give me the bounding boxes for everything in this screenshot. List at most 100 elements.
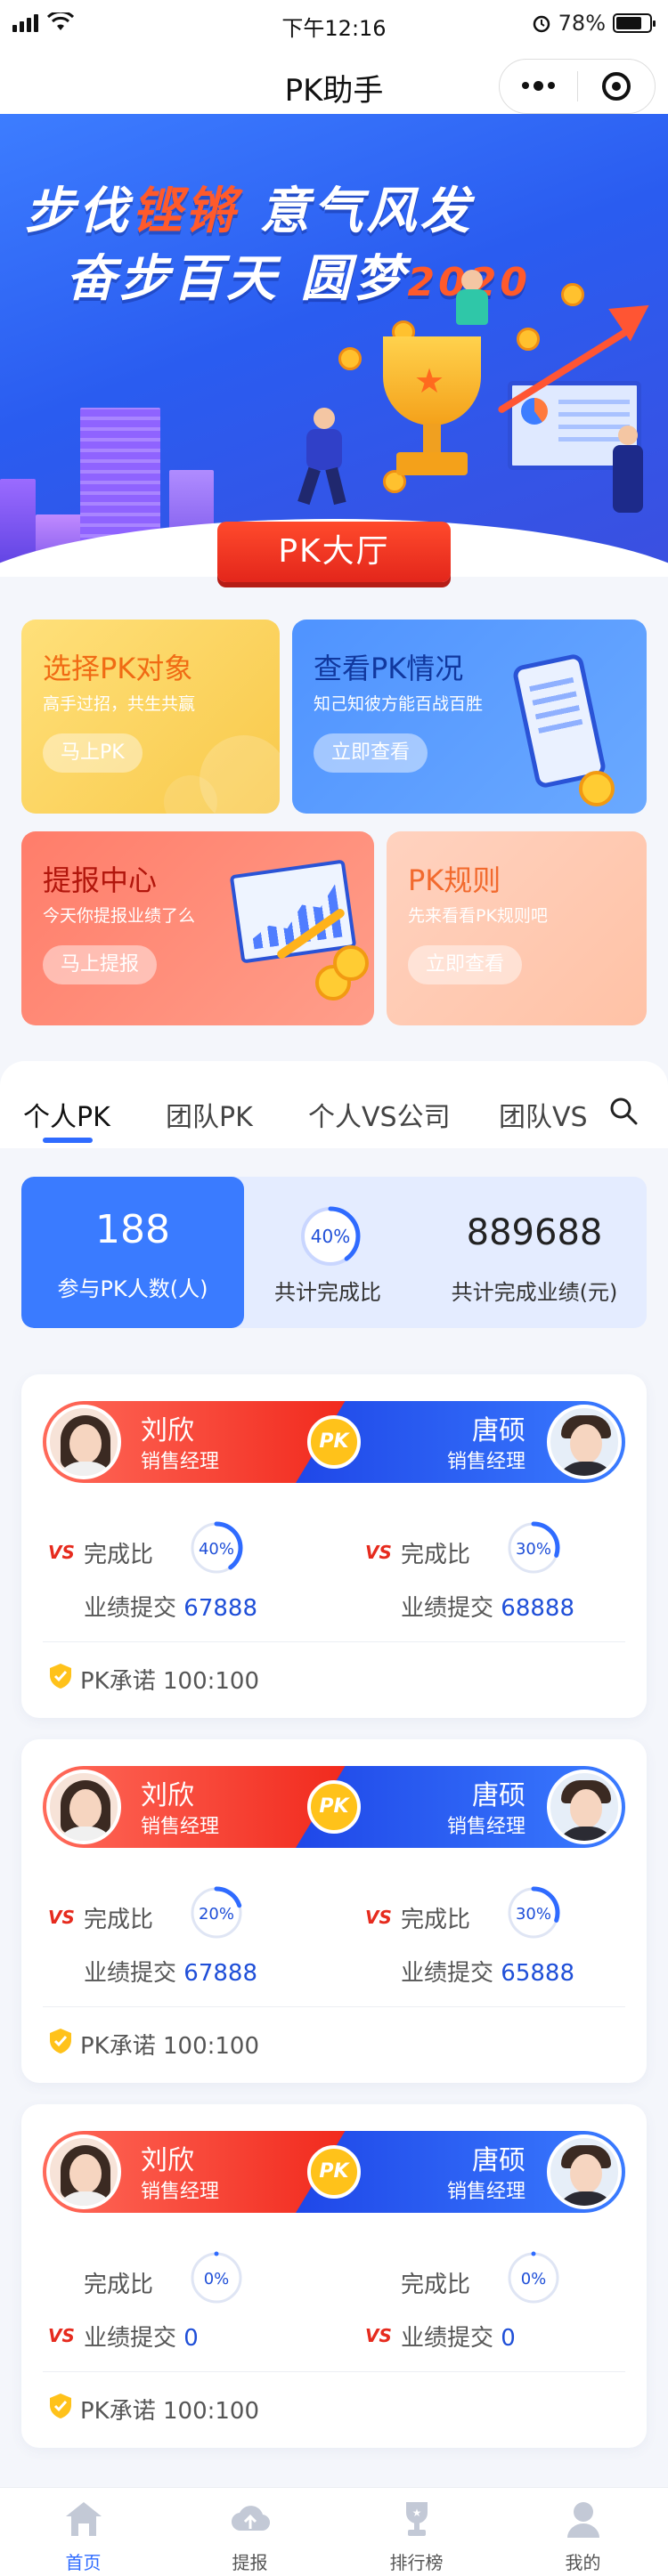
status-right: 78% bbox=[532, 11, 656, 36]
svg-text:0%: 0% bbox=[521, 2270, 547, 2288]
vs-bar: 刘欣 销售经理 PK 唐硕 销售经理 bbox=[43, 1401, 625, 1483]
pk-promise: PK承诺 100:100 bbox=[80, 2033, 260, 2060]
left-player-role: 销售经理 bbox=[141, 1816, 220, 1838]
tab-personal-vs-company[interactable]: 个人VS公司 bbox=[308, 1095, 451, 1134]
pk-promise: PK承诺 100:100 bbox=[80, 1668, 260, 1695]
svg-text:★: ★ bbox=[412, 2507, 422, 2519]
card-subtitle: 今天你提报业绩了么 bbox=[43, 906, 196, 926]
svg-text:20%: 20% bbox=[199, 1905, 234, 1924]
pk-summary-stats: 188 参与PK人数(人) 40% 共计完成比 889688 共计完成业绩(元) bbox=[21, 1177, 647, 1328]
shield-icon bbox=[50, 2394, 71, 2418]
upload-icon bbox=[231, 2506, 271, 2531]
pk-badge: PK bbox=[307, 2145, 361, 2199]
card-title: 查看PK情况 bbox=[314, 652, 464, 685]
tabbar-ranking[interactable]: ★ 排行榜 bbox=[333, 2488, 500, 2576]
coin-icon bbox=[561, 283, 584, 306]
total-performance: 889688 bbox=[466, 1212, 603, 1253]
phone-illustration bbox=[511, 652, 607, 790]
left-submit-value: 0 bbox=[183, 2325, 199, 2352]
card-subtitle: 知己知彼方能百战百胜 bbox=[314, 694, 484, 714]
avatar[interactable] bbox=[547, 1770, 622, 1844]
mini-program-capsule bbox=[499, 59, 656, 114]
vs-mark: VS bbox=[48, 1907, 75, 1928]
left-completion-ring: 40% bbox=[190, 1521, 243, 1575]
right-ratio-label: 完成比 bbox=[401, 2272, 471, 2298]
svg-text:0%: 0% bbox=[204, 2270, 230, 2288]
close-mini-program-icon[interactable] bbox=[578, 72, 656, 101]
trophy-illustration: ★ bbox=[365, 336, 499, 488]
pk-match-card[interactable]: 刘欣 销售经理 PK 唐硕 销售经理 VS 完成比 40% 业绩提交 67888… bbox=[21, 1374, 647, 1718]
tab-overflow: 团队VS bbox=[499, 1061, 606, 1148]
vs-bar: 刘欣 销售经理 PK 唐硕 销售经理 bbox=[43, 2131, 625, 2213]
status-bar: 下午12:16 78% bbox=[0, 0, 668, 50]
nav-bar: PK助手 bbox=[0, 50, 668, 114]
left-ratio-label: 完成比 bbox=[84, 1907, 154, 1933]
left-ratio-label: 完成比 bbox=[84, 2272, 154, 2298]
pk-match-card[interactable]: 刘欣 销售经理 PK 唐硕 销售经理 完成比 0% VS 业绩提交 0 完成比 … bbox=[21, 2104, 647, 2448]
right-player-name: 唐硕 bbox=[472, 2145, 525, 2176]
view-pk-status-card[interactable]: 查看PK情况 知己知彼方能百战百胜 立即查看 bbox=[292, 620, 647, 814]
pk-rules-card[interactable]: PK规则 先来看看PK规则吧 立即查看 bbox=[387, 831, 647, 1025]
search-icon[interactable] bbox=[609, 1097, 638, 1125]
tab-team-vs[interactable]: 团队VS bbox=[499, 1095, 588, 1134]
battery-icon bbox=[613, 13, 656, 33]
left-submit-row: 业绩提交 67888 bbox=[84, 1960, 257, 1987]
pk-now-button[interactable]: 马上PK bbox=[43, 733, 143, 773]
shield-icon bbox=[50, 2029, 71, 2054]
right-player-role: 销售经理 bbox=[446, 1451, 525, 1473]
decor-shapes-icon bbox=[164, 735, 280, 814]
person-illustration bbox=[294, 408, 356, 506]
card-subtitle: 高手过招，共生共赢 bbox=[43, 694, 196, 714]
right-submit-row: 业绩提交 0 bbox=[401, 2325, 516, 2352]
total-performance-label: 共计完成业绩(元) bbox=[451, 1280, 618, 1305]
pk-promise: PK承诺 100:100 bbox=[80, 2398, 260, 2425]
coin-icon bbox=[517, 328, 540, 351]
person-illustration bbox=[606, 425, 650, 514]
tab-personal-pk[interactable]: 个人PK bbox=[23, 1095, 110, 1134]
pk-hall-button[interactable]: PK大厅 bbox=[217, 522, 451, 582]
left-player-role: 销售经理 bbox=[141, 2181, 220, 2203]
completion-label: 共计完成比 bbox=[274, 1280, 381, 1305]
avatar[interactable] bbox=[46, 2135, 121, 2209]
left-player-name: 刘欣 bbox=[141, 2145, 194, 2176]
participants-block: 188 参与PK人数(人) bbox=[21, 1177, 244, 1328]
view-rules-button[interactable]: 立即查看 bbox=[408, 945, 523, 984]
left-submit-value: 67888 bbox=[183, 1595, 257, 1622]
user-icon bbox=[567, 2502, 599, 2538]
select-pk-target-card[interactable]: 选择PK对象 高手过招，共生共赢 马上PK bbox=[21, 620, 280, 814]
avatar[interactable] bbox=[547, 1405, 622, 1479]
right-player-role: 销售经理 bbox=[446, 1816, 525, 1838]
more-menu-icon[interactable] bbox=[500, 81, 577, 91]
trophy-icon: ★ bbox=[406, 2502, 428, 2536]
vs-mark: VS bbox=[365, 1542, 392, 1563]
tabbar-label: 排行榜 bbox=[389, 2552, 444, 2573]
report-center-card[interactable]: 提报中心 今天你提报业绩了么 马上提报 bbox=[21, 831, 374, 1025]
tabbar-label: 我的 bbox=[565, 2552, 601, 2573]
battery-level bbox=[616, 17, 642, 29]
person-illustration bbox=[445, 270, 499, 341]
tabbar-label: 提报 bbox=[232, 2552, 268, 2573]
hero-banner: 步伐铿锵 意气风发 奋步百天 圆梦2020 ★ bbox=[0, 114, 668, 577]
avatar[interactable] bbox=[547, 2135, 622, 2209]
left-submit-value: 67888 bbox=[183, 1960, 257, 1987]
right-ratio-label: 完成比 bbox=[401, 1907, 471, 1933]
bottom-tab-bar: 首页 提报 ★ 排行榜 我的 bbox=[0, 2487, 668, 2576]
tabbar-report[interactable]: 提报 bbox=[167, 2488, 333, 2576]
pk-match-card[interactable]: 刘欣 销售经理 PK 唐硕 销售经理 VS 完成比 20% 业绩提交 67888… bbox=[21, 1739, 647, 2083]
right-submit-value: 65888 bbox=[501, 1960, 574, 1987]
tab-team-pk[interactable]: 团队PK bbox=[166, 1095, 253, 1134]
right-player-name: 唐硕 bbox=[472, 1415, 525, 1446]
view-now-button[interactable]: 立即查看 bbox=[314, 733, 428, 773]
right-submit-row: 业绩提交 65888 bbox=[401, 1960, 574, 1987]
avatar[interactable] bbox=[46, 1405, 121, 1479]
card-title: 提报中心 bbox=[43, 863, 158, 897]
pk-badge: PK bbox=[307, 1415, 361, 1469]
coin-icon bbox=[333, 945, 369, 981]
tabbar-home[interactable]: 首页 bbox=[0, 2488, 167, 2576]
right-ratio-label: 完成比 bbox=[401, 1542, 471, 1568]
vs-bar: 刘欣 销售经理 PK 唐硕 销售经理 bbox=[43, 1766, 625, 1848]
right-player-role: 销售经理 bbox=[446, 2181, 525, 2203]
avatar[interactable] bbox=[46, 1770, 121, 1844]
report-now-button[interactable]: 马上提报 bbox=[43, 945, 158, 984]
tabbar-mine[interactable]: 我的 bbox=[500, 2488, 666, 2576]
